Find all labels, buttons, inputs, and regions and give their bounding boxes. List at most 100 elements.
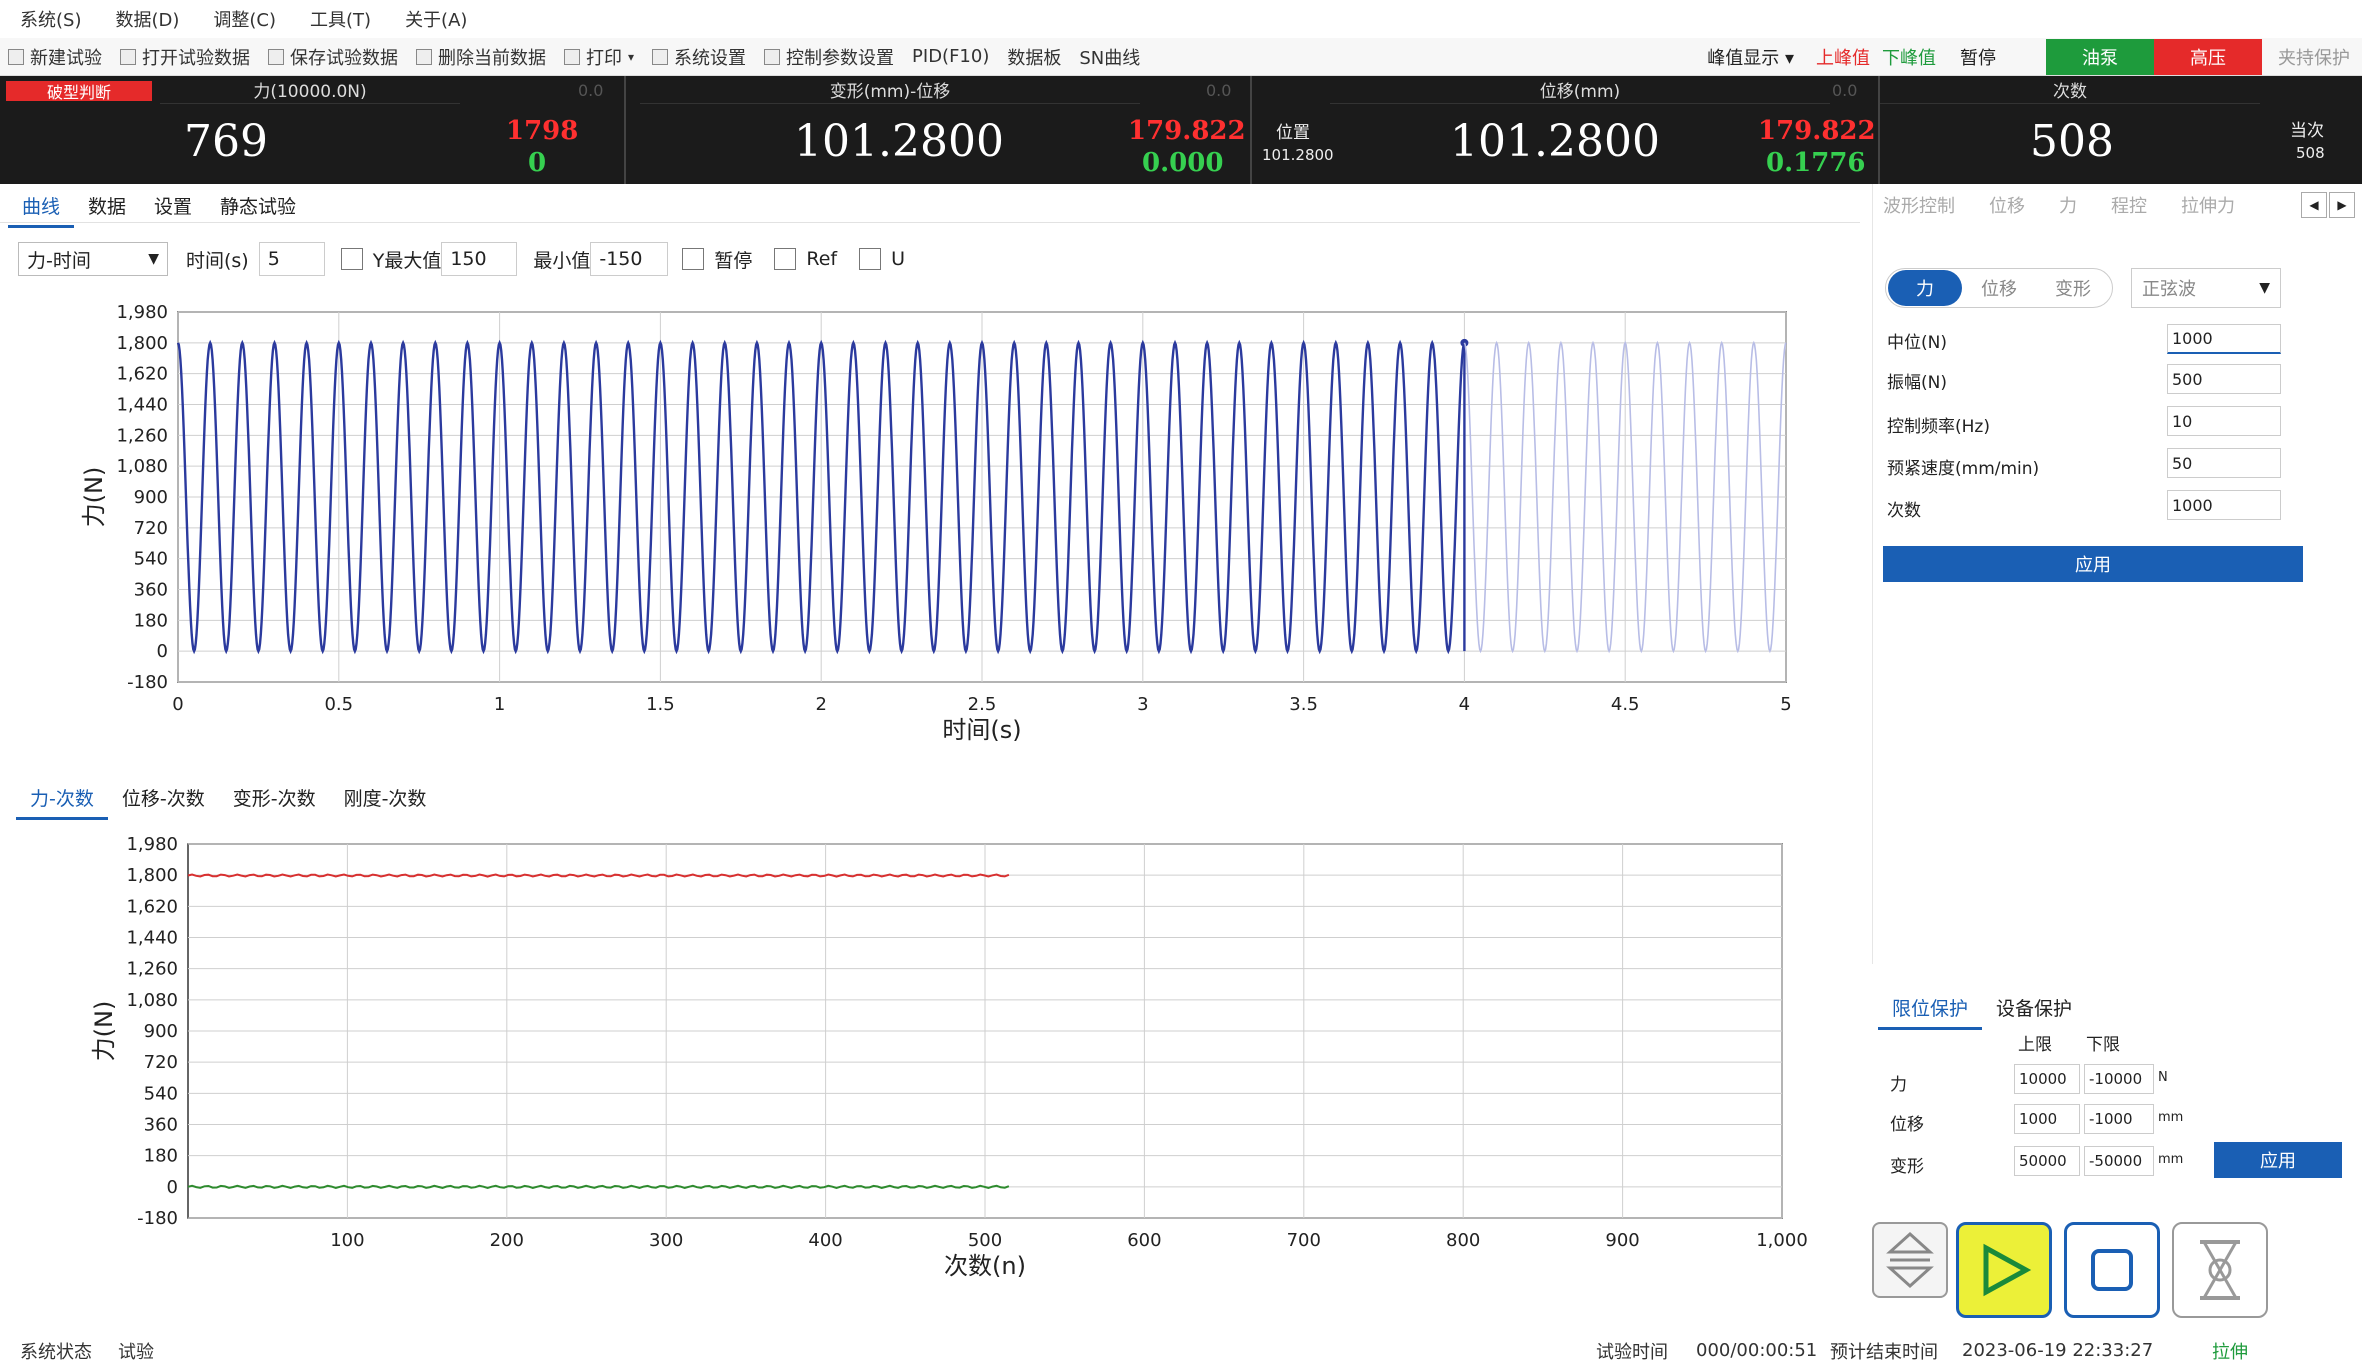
u-checkbox[interactable] — [859, 248, 882, 270]
menu-system[interactable]: 系统(S) — [20, 6, 81, 32]
tab-position[interactable]: 位移 — [1989, 192, 2025, 218]
current-count-label: 当次 — [2290, 121, 2324, 141]
y-tick-label: 1,080 — [116, 456, 168, 477]
sn-curve-button[interactable]: SN曲线 — [1079, 44, 1140, 70]
tab-deform-count[interactable]: 变形-次数 — [219, 778, 330, 820]
delete-icon — [416, 48, 432, 65]
ymin-input[interactable]: -150 — [590, 242, 669, 276]
time-label: 时间(s) — [186, 249, 249, 272]
amplitude-label: 振幅(N) — [1887, 373, 1947, 393]
menu-data[interactable]: 数据(D) — [115, 6, 179, 32]
ref-checkbox[interactable] — [774, 248, 797, 270]
tab-tensile[interactable]: 拉伸力 — [2181, 192, 2235, 218]
y-tick-label: 1,260 — [116, 425, 168, 446]
save-icon — [268, 48, 284, 65]
protect-apply-button[interactable]: 应用 — [2214, 1142, 2342, 1178]
data-board-button[interactable]: 数据板 — [1007, 44, 1061, 70]
curve-mode-select[interactable]: 力-时间 ▼ — [18, 242, 168, 276]
time-input[interactable]: 5 — [258, 242, 325, 276]
y-tick-label: 1,620 — [116, 364, 168, 385]
protection-panel: 限位保护 设备保护 上限 下限 力 10000 -10000 N 位移 1000… — [1872, 978, 2362, 1208]
menu-adjust[interactable]: 调整(C) — [213, 6, 276, 32]
position-value: 101.2800 — [1262, 146, 1334, 164]
system-state-value: 试验 — [118, 1341, 154, 1363]
deform-lower-limit-input[interactable]: -50000 — [2084, 1146, 2154, 1176]
toolbar-right: 峰值显示 ▾ 上峰值 下峰值 暂停 油泵 高压 夹持保护 — [1707, 38, 2362, 76]
up-down-arrows-icon — [1886, 1231, 1934, 1289]
disp-lower-limit-input[interactable]: -1000 — [2084, 1104, 2154, 1134]
x-tick-label: 1.5 — [646, 694, 675, 715]
right-tabs: 波形控制 位移 力 程控 拉伸力 — [1883, 192, 2235, 218]
hold-button[interactable] — [2172, 1222, 2268, 1318]
upper-peak-toggle[interactable]: 上峰值 — [1816, 44, 1870, 70]
chevron-down-icon: ▼ — [2259, 280, 2270, 296]
stop-button[interactable] — [2064, 1222, 2160, 1318]
pause-checkbox[interactable] — [682, 248, 705, 270]
wave-apply-button[interactable]: 应用 — [1883, 546, 2303, 582]
high-pressure-button[interactable]: 高压 — [2154, 39, 2262, 75]
segment-position[interactable]: 位移 — [1962, 275, 2036, 301]
segment-force[interactable]: 力 — [1888, 270, 1962, 306]
delete-data-button[interactable]: 删除当前数据 — [416, 44, 546, 70]
tabs-divider — [0, 222, 1860, 223]
system-settings-button[interactable]: 系统设置 — [652, 44, 746, 70]
y-tick-label: 1,980 — [126, 834, 178, 855]
force-upper-limit-input[interactable]: 10000 — [2014, 1064, 2080, 1094]
amplitude-input[interactable]: 500 — [2167, 364, 2281, 394]
system-state-label: 系统状态 — [20, 1341, 92, 1363]
pause-toggle[interactable]: 暂停 — [1960, 44, 1996, 70]
tab-scroll-left-icon[interactable]: ◀ — [2301, 192, 2327, 218]
tab-force-count[interactable]: 力-次数 — [16, 778, 108, 820]
y-tick-label: 1,440 — [116, 395, 168, 416]
tab-stiffness-count[interactable]: 刚度-次数 — [330, 778, 441, 820]
lower-peak-toggle[interactable]: 下峰值 — [1882, 44, 1936, 70]
segment-deform[interactable]: 变形 — [2036, 275, 2110, 301]
frequency-input[interactable]: 10 — [2167, 406, 2281, 436]
preload-speed-input[interactable]: 50 — [2167, 448, 2281, 478]
filter-icon — [764, 48, 781, 65]
ymax-checkbox[interactable] — [340, 248, 363, 270]
midpoint-input[interactable]: 1000 — [2167, 324, 2281, 354]
tab-device-protect[interactable]: 设备保护 — [1982, 988, 2086, 1030]
tab-disp-count[interactable]: 位移-次数 — [108, 778, 219, 820]
x-tick-label: 700 — [1287, 1230, 1321, 1251]
save-data-button[interactable]: 保存试验数据 — [268, 44, 398, 70]
ymin-label: 最小值 — [533, 249, 591, 272]
tab-waveform[interactable]: 波形控制 — [1883, 192, 1955, 218]
x-tick-label: 1,000 — [1756, 1230, 1808, 1251]
pid-button[interactable]: PID(F10) — [912, 46, 989, 67]
deform-value: 101.2800 — [794, 116, 1004, 167]
open-folder-icon — [120, 48, 136, 65]
cycles-input[interactable]: 1000 — [2167, 490, 2281, 520]
force-time-chart[interactable]: 1,9801,8001,6201,4401,2601,0809007205403… — [0, 286, 1860, 756]
open-data-button[interactable]: 打开试验数据 — [120, 44, 250, 70]
y-tick-label: 0 — [157, 641, 168, 662]
x-tick-label: 2.5 — [968, 694, 997, 715]
preload-speed-label: 预紧速度(mm/min) — [1887, 459, 2040, 479]
control-params-button[interactable]: 控制参数设置 — [764, 44, 894, 70]
tab-scroll-right-icon[interactable]: ▶ — [2329, 192, 2355, 218]
menu-about[interactable]: 关于(A) — [405, 6, 467, 32]
force-lower-limit-input[interactable]: -10000 — [2084, 1064, 2154, 1094]
disp-header: 位移(mm) — [1330, 76, 1830, 104]
break-judge-button[interactable]: 破型判断 — [6, 81, 152, 102]
ymax-input[interactable]: 150 — [441, 242, 518, 276]
menu-tools[interactable]: 工具(T) — [310, 6, 371, 32]
cycles-label: 次数 — [1887, 501, 1921, 521]
peak-display-dropdown[interactable]: 峰值显示 ▾ — [1707, 44, 1794, 70]
print-button[interactable]: 打印 ▾ — [564, 44, 634, 70]
start-button[interactable] — [1956, 1222, 2052, 1318]
tab-limit-protect[interactable]: 限位保护 — [1878, 988, 1983, 1030]
clamp-protect-button[interactable]: 夹持保护 — [2278, 44, 2350, 70]
end-time-value: 2023-06-19 22:33:27 — [1962, 1340, 2154, 1361]
wave-type-select[interactable]: 正弦波 ▼ — [2131, 268, 2281, 308]
tab-program[interactable]: 程控 — [2111, 192, 2147, 218]
disp-upper-limit-input[interactable]: 1000 — [2014, 1104, 2080, 1134]
deform-upper-limit-input[interactable]: 50000 — [2014, 1146, 2080, 1176]
jog-button[interactable] — [1872, 1222, 1948, 1298]
x-tick-label: 4.5 — [1611, 694, 1640, 715]
force-count-chart[interactable]: 1,980 1,800 1,620 1,440 1,260 1,080 900 720 540 3… — [0, 822, 1860, 1292]
new-test-button[interactable]: 新建试验 — [8, 44, 102, 70]
tab-force[interactable]: 力 — [2059, 192, 2077, 218]
oil-pump-button[interactable]: 油泵 — [2046, 39, 2154, 75]
